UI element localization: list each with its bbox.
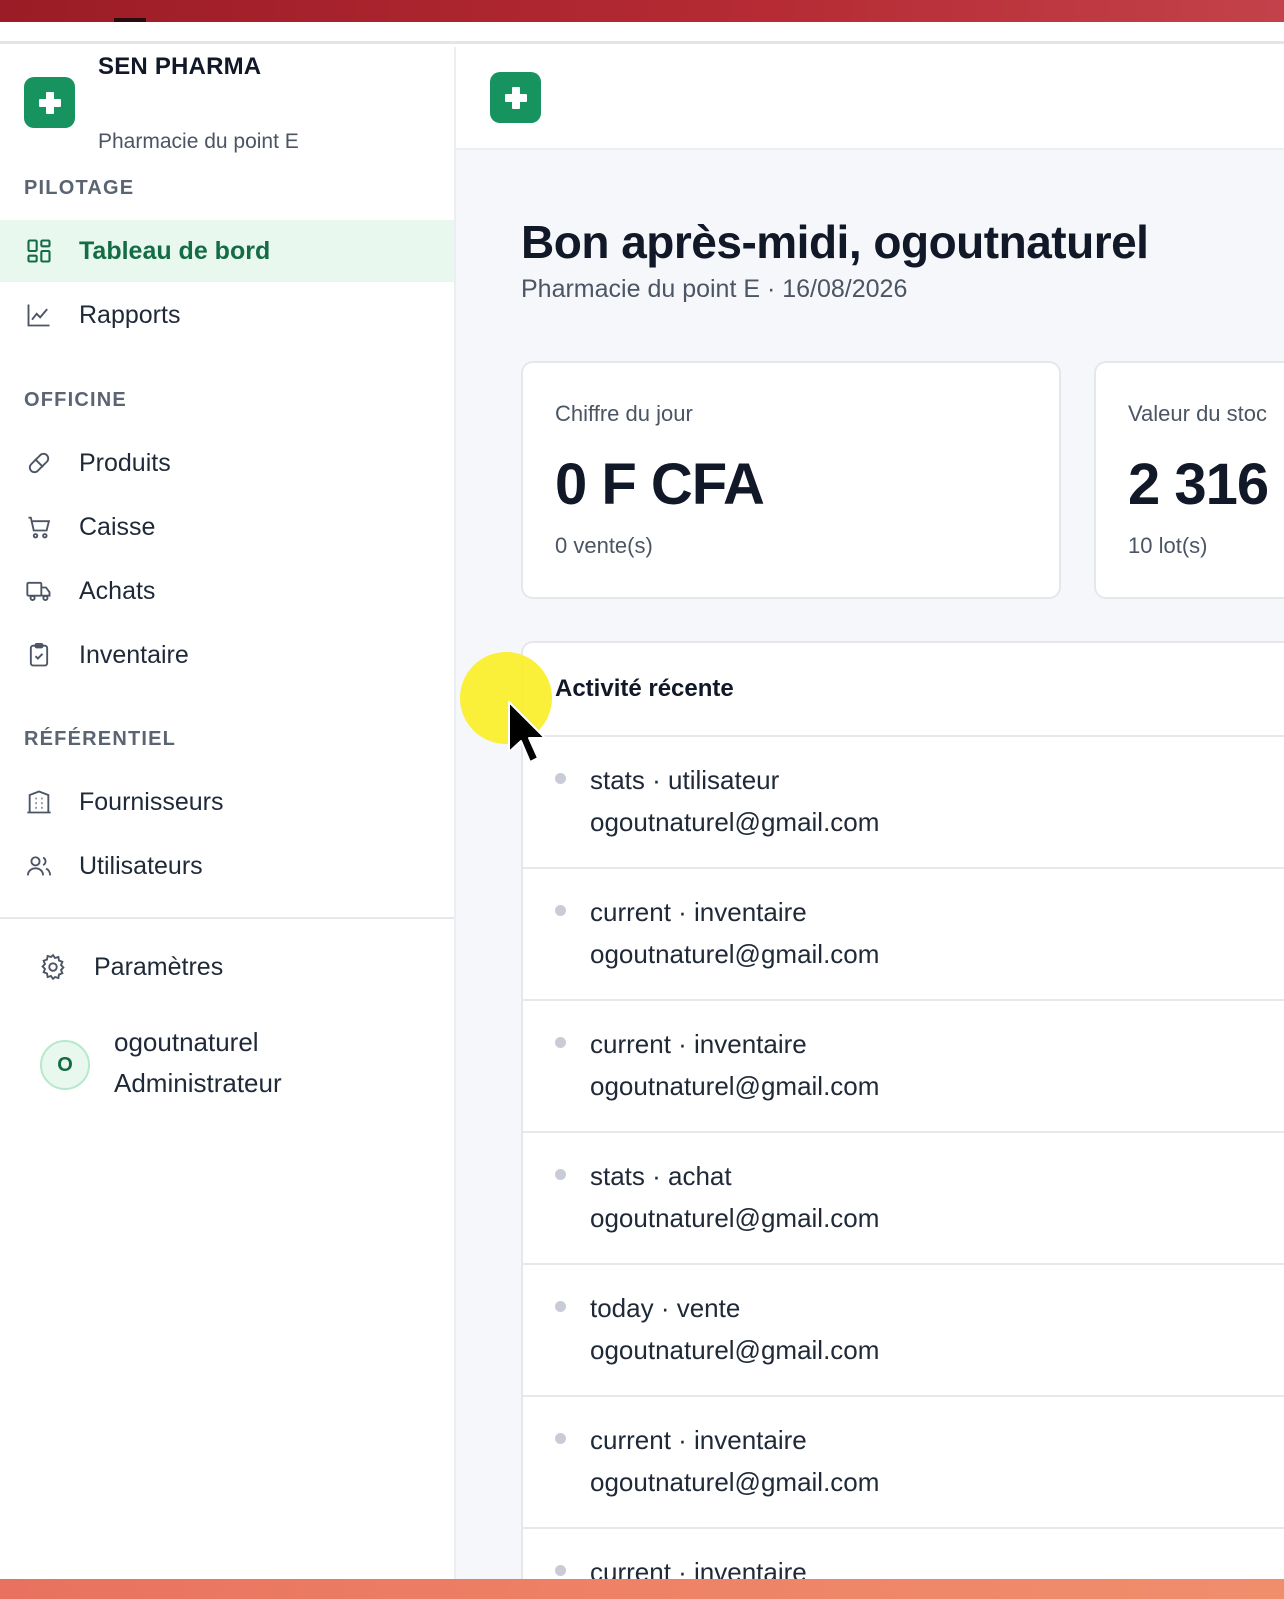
activity-user: ogoutnaturel@gmail.com <box>590 1335 880 1365</box>
sidebar-item-label: Inventaire <box>79 640 189 669</box>
brand-name: SEN PHARMA <box>98 53 262 80</box>
top-window-bar <box>0 0 1284 22</box>
line-chart-icon <box>24 300 54 330</box>
sidebar-item-rapports[interactable]: Rapports <box>0 284 454 346</box>
sidebar-item-caisse[interactable]: Caisse <box>0 496 454 558</box>
list-item[interactable]: stats · utilisateur ogoutnaturel@gmail.c… <box>523 737 1284 869</box>
bullet-dot-icon <box>555 1169 566 1180</box>
bullet-dot-icon <box>555 1301 566 1312</box>
activity-user: ogoutnaturel@gmail.com <box>590 1203 880 1233</box>
section-title-referentiel: RÉFÉRENTIEL <box>24 728 177 750</box>
sidebar-item-produits[interactable]: Produits <box>0 432 454 494</box>
sidebar-item-fournisseurs[interactable]: Fournisseurs <box>0 771 454 833</box>
sidebar-item-label: Utilisateurs <box>79 851 203 880</box>
settings-label: Paramètres <box>94 952 224 981</box>
truck-icon <box>24 576 54 606</box>
recent-activity-title: Activité récente <box>555 675 734 702</box>
sidebar-item-utilisateurs[interactable]: Utilisateurs <box>0 835 454 897</box>
plus-icon <box>38 91 61 114</box>
activity-event: current · inventaire <box>590 1425 807 1455</box>
activity-user: ogoutnaturel@gmail.com <box>590 1071 880 1101</box>
activity-event: today · vente <box>590 1293 741 1323</box>
top-strip <box>0 22 1284 44</box>
list-item[interactable]: current · inventaire ogoutnaturel@gmail.… <box>523 1001 1284 1133</box>
kpi-label: Chiffre du jour <box>555 401 693 426</box>
sidebar-item-label: Fournisseurs <box>79 787 224 816</box>
activity-event: stats · achat <box>590 1161 732 1191</box>
avatar[interactable]: O <box>40 1040 90 1090</box>
sidebar-divider <box>0 917 454 919</box>
sidebar-item-label: Produits <box>79 448 171 477</box>
users-icon <box>24 851 54 881</box>
sidebar-item-tableau-de-bord[interactable]: Tableau de bord <box>0 220 454 282</box>
kpi-subtext: 10 lot(s) <box>1128 533 1208 558</box>
header-logo[interactable] <box>490 72 541 123</box>
section-title-pilotage: PILOTAGE <box>24 177 135 199</box>
bullet-dot-icon <box>555 1565 566 1576</box>
activity-event: current · inventaire <box>590 1029 807 1059</box>
bullet-dot-icon <box>555 773 566 784</box>
bullet-dot-icon <box>555 1433 566 1444</box>
sidebar-item-achats[interactable]: Achats <box>0 560 454 622</box>
cart-icon <box>24 512 54 542</box>
clipboard-check-icon <box>24 640 54 670</box>
kpi-card-chiffre-du-jour: Chiffre du jour 0 F CFA 0 vente(s) <box>521 361 1061 599</box>
plus-icon <box>504 86 527 109</box>
list-item[interactable]: today · vente ogoutnaturel@gmail.com <box>523 1265 1284 1397</box>
activity-user: ogoutnaturel@gmail.com <box>590 1467 880 1497</box>
brand-pharmacy-name: Pharmacie du point E <box>98 130 299 153</box>
sidebar-item-label: Rapports <box>79 300 181 329</box>
building-icon <box>24 787 54 817</box>
sidebar-item-inventaire[interactable]: Inventaire <box>0 624 454 686</box>
list-item[interactable]: current · inventaire ogoutnaturel@gmail.… <box>523 869 1284 1001</box>
activity-user: ogoutnaturel@gmail.com <box>590 939 880 969</box>
user-role: Administrateur <box>114 1068 282 1098</box>
list-item[interactable]: current · inventaire ogoutnaturel@gmail.… <box>523 1397 1284 1529</box>
sidebar-item-label: Tableau de bord <box>79 236 271 265</box>
dashboard-grid-icon <box>24 236 54 266</box>
gear-icon <box>38 952 68 982</box>
user-name: ogoutnaturel <box>114 1027 259 1057</box>
activity-user: ogoutnaturel@gmail.com <box>590 807 880 837</box>
activity-event: current · inventaire <box>590 897 807 927</box>
pill-icon <box>24 448 54 478</box>
activity-event: stats · utilisateur <box>590 765 780 795</box>
sidebar: SEN PHARMA Pharmacie du point E PILOTAGE… <box>0 47 456 1579</box>
kpi-value: 2 316 <box>1128 452 1269 517</box>
kpi-card-valeur-du-stock: Valeur du stoc 2 316 10 lot(s) <box>1094 361 1284 599</box>
section-title-officine: OFFICINE <box>24 389 127 411</box>
kpi-label: Valeur du stoc <box>1128 401 1268 426</box>
kpi-value: 0 F CFA <box>555 452 765 517</box>
mouse-pointer-icon <box>508 701 546 763</box>
main-header <box>456 47 1284 150</box>
page-subtitle: Pharmacie du point E · 16/08/2026 <box>521 275 908 303</box>
bullet-dot-icon <box>555 905 566 916</box>
sidebar-item-parametres[interactable]: Paramètres <box>0 936 454 998</box>
recent-activity-card: Activité récente stats · utilisateur ogo… <box>521 641 1284 1599</box>
bullet-dot-icon <box>555 1037 566 1048</box>
bottom-bar <box>0 1579 1284 1599</box>
sidebar-item-label: Achats <box>79 576 156 605</box>
list-item[interactable]: stats · achat ogoutnaturel@gmail.com <box>523 1133 1284 1265</box>
main-content: Bon après-midi, ogoutnaturel Pharmacie d… <box>456 47 1284 1599</box>
brand-logo[interactable] <box>24 77 75 128</box>
sidebar-item-label: Caisse <box>79 512 156 541</box>
page-title: Bon après-midi, ogoutnaturel <box>521 216 1149 268</box>
kpi-subtext: 0 vente(s) <box>555 533 653 558</box>
